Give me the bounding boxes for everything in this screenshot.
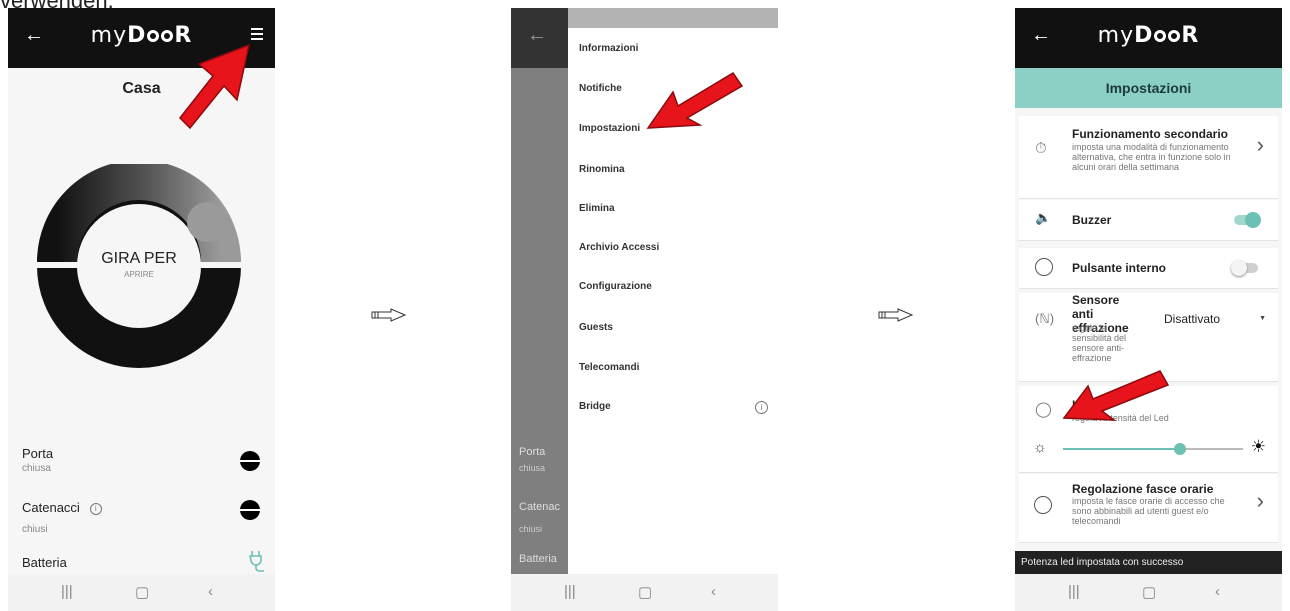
menu-item-informazioni[interactable]: Informazioni <box>579 43 638 54</box>
red-pointer-arrow <box>178 43 251 130</box>
led-slider-track[interactable] <box>1063 443 1243 455</box>
led-slider-fill <box>1063 448 1180 450</box>
android-nav-bar: ||| ▢ ‹ <box>8 574 275 611</box>
home-icon[interactable]: ▢ <box>638 583 652 601</box>
secondary-mode-title: Funzionamento secondario <box>1072 127 1229 141</box>
snackbar: Potenza led impostata con successo <box>1015 551 1282 574</box>
schedule-desc: imposta le fasce orarie di accesso che s… <box>1072 496 1225 526</box>
menu-item-impostazioni[interactable]: Impostazioni <box>579 123 640 134</box>
clock-icon <box>1034 496 1052 514</box>
app-logo: myD R <box>1097 23 1200 48</box>
behind-batteria-label: Batteria <box>519 553 557 565</box>
behind-catenacci-value: chiusi <box>519 524 543 534</box>
plug-icon <box>248 551 264 572</box>
unlock-dial[interactable]: GIRA PER APRIRE <box>37 160 241 368</box>
buzzer-toggle[interactable] <box>1234 212 1261 228</box>
behind-catenacci-label: Catenac <box>519 501 560 513</box>
android-nav-bar: ||| ▢ ‹ <box>1015 574 1282 611</box>
home-icon[interactable]: ▢ <box>1142 583 1156 601</box>
sun-low-icon: ☼ <box>1033 439 1047 456</box>
led-slider-thumb[interactable] <box>1174 443 1186 455</box>
internal-button-toggle[interactable] <box>1231 260 1258 276</box>
secondary-mode-desc: imposta una modalità di funzionamento al… <box>1072 142 1231 172</box>
info-icon[interactable]: i <box>755 401 768 414</box>
lightbulb-icon: ◯ <box>1035 401 1052 418</box>
tamper-desc: regola la sensibilità del sensore anti-e… <box>1072 323 1127 363</box>
recent-apps-icon[interactable]: ||| <box>61 583 73 600</box>
menu-item-archivio-accessi[interactable]: Archivio Accessi <box>579 242 659 253</box>
step-arrow-icon <box>878 308 914 322</box>
back-nav-icon[interactable]: ‹ <box>208 583 213 600</box>
status-batteria-label: Batteria <box>22 555 67 570</box>
timer-icon: ⏱ <box>1035 140 1047 157</box>
info-icon[interactable]: i <box>89 502 102 515</box>
status-catenacci-label: Catenacci <box>22 500 80 515</box>
vibration-icon: (ℕ) <box>1035 311 1055 326</box>
dimmed-background[interactable] <box>511 8 568 611</box>
dial-label: GIRA PER <box>101 250 177 267</box>
menu-item-guests[interactable]: Guests <box>579 322 613 333</box>
menu-item-rinomina[interactable]: Rinomina <box>579 164 625 175</box>
status-catenacci: Catenacci i <box>22 500 102 515</box>
speaker-icon: 🔈 <box>1035 210 1052 225</box>
recent-apps-icon[interactable]: ||| <box>564 583 576 600</box>
menu-item-elimina[interactable]: Elimina <box>579 203 615 214</box>
tamper-select[interactable]: Disattivato ▼ <box>1164 312 1274 326</box>
step-arrow-icon <box>371 308 407 322</box>
secondary-mode-row[interactable]: ⏱ Funzionamento secondario imposta una m… <box>1019 116 1278 199</box>
lock-icon <box>240 451 260 471</box>
top-bar: ← myD R <box>1015 8 1282 68</box>
lock-icon <box>240 500 260 520</box>
drawer-header <box>568 8 778 28</box>
settings-title-bar: Impostazioni <box>1015 68 1282 108</box>
buzzer-label: Buzzer <box>1072 213 1112 227</box>
dial-sublabel: APRIRE <box>124 270 154 279</box>
menu-item-notifiche[interactable]: Notifiche <box>579 83 622 94</box>
menu-item-telecomandi[interactable]: Telecomandi <box>579 362 639 373</box>
buzzer-row: 🔈 Buzzer <box>1019 200 1278 241</box>
tamper-select-value: Disattivato <box>1164 312 1221 326</box>
dimmed-top-bar: ← <box>511 8 568 68</box>
snackbar-text: Potenza led impostata con successo <box>1021 557 1184 568</box>
phone-screen-settings: ← myD R Impostazioni ⏱ Funzionamento seco… <box>1015 8 1282 611</box>
schedule-title: Regolazione fasce orarie <box>1072 482 1214 496</box>
internal-button-row: Pulsante interno <box>1019 248 1278 289</box>
circle-icon <box>1035 258 1053 276</box>
status-porta-label: Porta <box>22 446 54 461</box>
chevron-right-icon: › <box>1256 132 1264 157</box>
home-icon[interactable]: ▢ <box>135 583 149 601</box>
behind-porta-value: chiusa <box>519 463 546 473</box>
sun-high-icon: ☀ <box>1250 437 1266 456</box>
internal-button-label: Pulsante interno <box>1072 261 1167 275</box>
back-arrow-icon: ← <box>527 24 547 46</box>
behind-porta-label: Porta <box>519 446 546 458</box>
chevron-right-icon: › <box>1256 488 1264 513</box>
menu-item-bridge[interactable]: Bridge <box>579 401 611 412</box>
status-catenacci-value: chiusi <box>22 524 48 535</box>
menu-item-configurazione[interactable]: Configurazione <box>579 281 652 292</box>
back-nav-icon[interactable]: ‹ <box>711 583 716 600</box>
dropdown-arrow-icon: ▼ <box>1259 315 1266 322</box>
status-porta-value: chiusa <box>22 463 51 474</box>
red-pointer-arrow <box>1062 370 1170 421</box>
back-nav-icon[interactable]: ‹ <box>1215 583 1220 600</box>
recent-apps-icon[interactable]: ||| <box>1068 583 1080 600</box>
red-pointer-arrow <box>646 71 744 129</box>
android-nav-bar: ||| ▢ ‹ <box>511 574 778 611</box>
schedule-row[interactable]: Regolazione fasce orarie imposta le fasc… <box>1019 474 1278 543</box>
